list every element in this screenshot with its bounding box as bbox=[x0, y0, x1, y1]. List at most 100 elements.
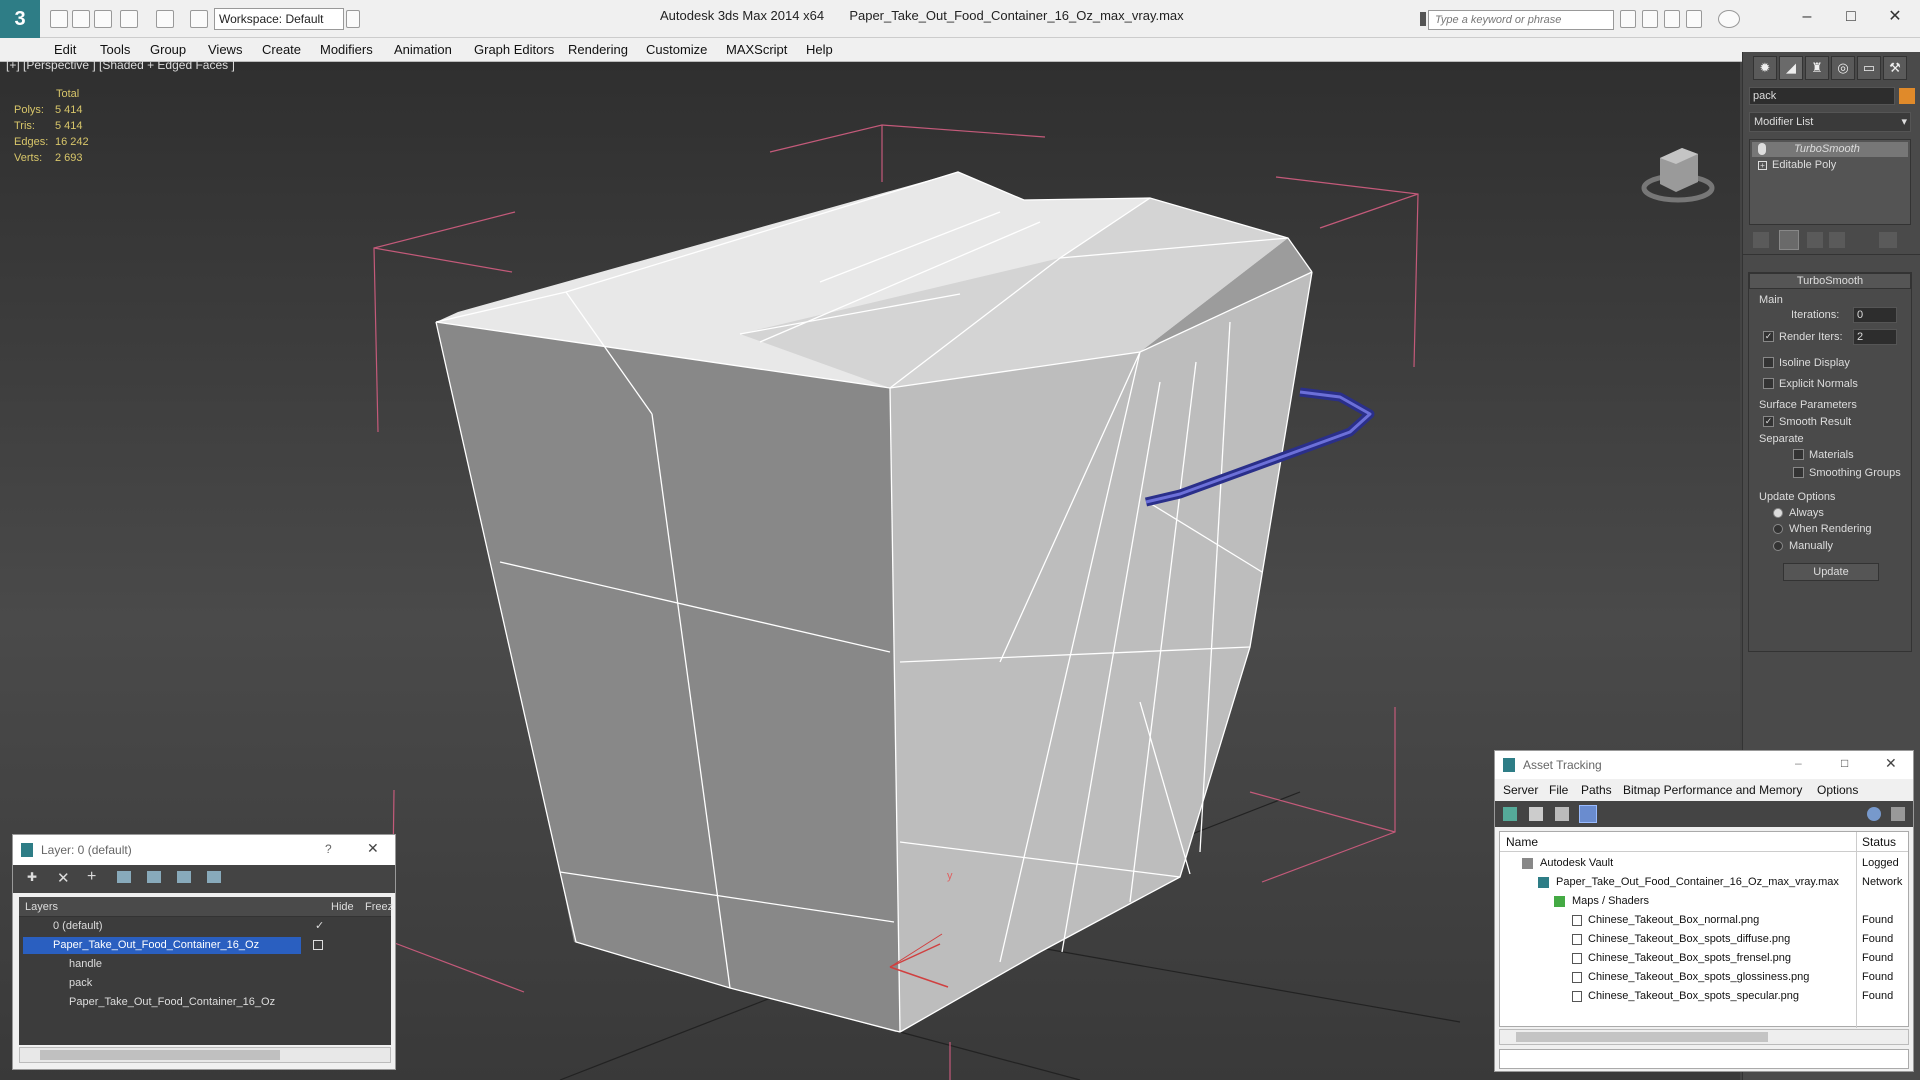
asset-row[interactable]: Chinese_Takeout_Box_spots_specular.png F… bbox=[1500, 987, 1908, 1006]
menu-tools[interactable]: Tools bbox=[100, 42, 130, 57]
refresh-icon[interactable] bbox=[1503, 807, 1517, 821]
list-view-icon[interactable] bbox=[1529, 807, 1543, 821]
status-column-header[interactable]: Status bbox=[1862, 832, 1896, 852]
layer-row[interactable]: handle bbox=[19, 955, 391, 974]
create-tab-icon[interactable]: ✹ bbox=[1753, 56, 1777, 80]
asset-row[interactable]: Autodesk Vault Logged bbox=[1500, 854, 1908, 873]
always-radio[interactable] bbox=[1773, 508, 1783, 518]
asset-row[interactable]: Chinese_Takeout_Box_spots_frensel.png Fo… bbox=[1500, 949, 1908, 968]
asset-menu-bitmap-performance[interactable]: Bitmap Performance and Memory bbox=[1623, 779, 1802, 801]
asset-path-field[interactable] bbox=[1499, 1049, 1909, 1069]
settings-icon[interactable] bbox=[1891, 807, 1905, 821]
stack-item-editable-poly[interactable]: Editable Poly bbox=[1752, 158, 1908, 173]
key-icon[interactable] bbox=[1642, 10, 1658, 28]
asset-menu-paths[interactable]: Paths bbox=[1581, 779, 1612, 801]
configure-sets-icon[interactable] bbox=[1879, 232, 1897, 248]
isoline-display-checkbox[interactable] bbox=[1763, 357, 1774, 368]
layer-row[interactable]: pack bbox=[19, 974, 391, 993]
asset-menu-file[interactable]: File bbox=[1549, 779, 1568, 801]
utilities-tab-icon[interactable]: ⚒ bbox=[1883, 56, 1907, 80]
asset-horizontal-scrollbar[interactable] bbox=[1499, 1029, 1909, 1045]
object-color-swatch[interactable] bbox=[1899, 88, 1915, 104]
hide-all-icon[interactable] bbox=[177, 871, 191, 883]
highlight-layer-icon[interactable] bbox=[147, 871, 161, 883]
motion-tab-icon[interactable]: ◎ bbox=[1831, 56, 1855, 80]
close-icon[interactable]: ✕ bbox=[1885, 755, 1897, 772]
close-icon[interactable]: ✕ bbox=[367, 840, 379, 857]
menu-create[interactable]: Create bbox=[262, 42, 301, 57]
name-column-header[interactable]: Name bbox=[1506, 832, 1538, 852]
menu-maxscript[interactable]: MAXScript bbox=[726, 42, 787, 57]
maximize-icon[interactable]: □ bbox=[1841, 756, 1848, 770]
horizontal-scrollbar[interactable] bbox=[19, 1047, 391, 1063]
layer-row[interactable]: Paper_Take_Out_Food_Container_16_Oz bbox=[19, 993, 391, 1012]
new-file-icon[interactable] bbox=[50, 10, 68, 28]
object-name-input[interactable]: pack bbox=[1749, 87, 1895, 105]
layers-column-header[interactable]: Layers bbox=[25, 897, 58, 917]
freeze-all-icon[interactable] bbox=[207, 871, 221, 883]
binoculars-icon[interactable] bbox=[1620, 10, 1636, 28]
save-file-icon[interactable] bbox=[94, 10, 112, 28]
expand-plus-icon[interactable]: + bbox=[1758, 161, 1767, 170]
project-folder-icon[interactable] bbox=[190, 10, 208, 28]
stack-item-turbosmooth[interactable]: TurboSmooth bbox=[1752, 142, 1908, 157]
menu-rendering[interactable]: Rendering bbox=[568, 42, 628, 57]
make-unique-icon[interactable] bbox=[1807, 232, 1823, 248]
when-rendering-radio[interactable] bbox=[1773, 524, 1783, 534]
layer-dialog-titlebar[interactable]: Layer: 0 (default) ? ✕ bbox=[13, 835, 395, 865]
freeze-column-header[interactable]: Freez bbox=[365, 897, 393, 917]
asset-row[interactable]: Maps / Shaders bbox=[1500, 892, 1908, 911]
quick-access-menu-icon[interactable] bbox=[346, 10, 360, 28]
menu-customize[interactable]: Customize bbox=[646, 42, 707, 57]
table-view-icon[interactable] bbox=[1579, 805, 1597, 823]
lightbulb-icon[interactable] bbox=[1758, 143, 1766, 155]
search-expand-icon[interactable] bbox=[1420, 12, 1426, 26]
help-icon[interactable] bbox=[1867, 807, 1881, 821]
menu-graph-editors[interactable]: Graph Editors bbox=[474, 42, 554, 57]
scrollbar-thumb[interactable] bbox=[40, 1050, 280, 1060]
select-objects-icon[interactable] bbox=[117, 871, 131, 883]
render-iters-checkbox[interactable]: ✓ bbox=[1763, 331, 1774, 342]
remove-modifier-icon[interactable] bbox=[1829, 232, 1845, 248]
search-input[interactable]: Type a keyword or phrase bbox=[1428, 10, 1614, 30]
menu-group[interactable]: Group bbox=[150, 42, 186, 57]
add-to-layer-icon[interactable]: + bbox=[87, 868, 96, 886]
update-button[interactable]: Update bbox=[1783, 563, 1879, 581]
asset-row[interactable]: Chinese_Takeout_Box_normal.png Found bbox=[1500, 911, 1908, 930]
viewport-label[interactable]: [+] [Perspective ] [Shaded + Edged Faces… bbox=[6, 58, 235, 72]
connect-icon[interactable] bbox=[1664, 10, 1680, 28]
manually-radio[interactable] bbox=[1773, 541, 1783, 551]
redo-icon[interactable] bbox=[156, 10, 174, 28]
detail-view-icon[interactable] bbox=[1555, 807, 1569, 821]
open-file-icon[interactable] bbox=[72, 10, 90, 28]
menu-modifiers[interactable]: Modifiers bbox=[320, 42, 373, 57]
menu-views[interactable]: Views bbox=[208, 42, 242, 57]
hierarchy-tab-icon[interactable]: ♜ bbox=[1805, 56, 1829, 80]
asset-row[interactable]: Chinese_Takeout_Box_spots_glossiness.png… bbox=[1500, 968, 1908, 987]
help-icon[interactable]: ? bbox=[325, 842, 332, 856]
layer-row[interactable]: 0 (default) ✓ bbox=[19, 917, 391, 936]
pin-stack-icon[interactable] bbox=[1753, 232, 1769, 248]
minimize-icon[interactable]: – bbox=[1795, 756, 1802, 770]
delete-layer-icon[interactable]: ✕ bbox=[57, 869, 70, 887]
app-logo-icon[interactable]: 3 bbox=[0, 0, 40, 40]
hide-column-header[interactable]: Hide bbox=[331, 897, 354, 917]
star-icon[interactable] bbox=[1686, 10, 1702, 28]
smooth-result-checkbox[interactable]: ✓ bbox=[1763, 416, 1774, 427]
layer-row[interactable]: Paper_Take_Out_Food_Container_16_Oz bbox=[19, 936, 391, 955]
display-tab-icon[interactable]: ▭ bbox=[1857, 56, 1881, 80]
asset-tracking-titlebar[interactable]: Asset Tracking – □ ✕ bbox=[1495, 751, 1913, 779]
asset-row[interactable]: Paper_Take_Out_Food_Container_16_Oz_max_… bbox=[1500, 873, 1908, 892]
iterations-spinner[interactable]: 0 bbox=[1853, 307, 1897, 323]
asset-row[interactable]: Chinese_Takeout_Box_spots_diffuse.png Fo… bbox=[1500, 930, 1908, 949]
smoothing-groups-checkbox[interactable] bbox=[1793, 467, 1804, 478]
materials-checkbox[interactable] bbox=[1793, 449, 1804, 460]
help-icon[interactable] bbox=[1718, 10, 1740, 28]
close-icon[interactable]: ✕ bbox=[1880, 6, 1910, 28]
modify-tab-icon[interactable]: ◢ bbox=[1779, 56, 1803, 80]
rollout-title-turbosmooth[interactable]: TurboSmooth bbox=[1749, 273, 1911, 289]
workspace-dropdown[interactable]: Workspace: Default bbox=[214, 8, 344, 30]
undo-icon[interactable] bbox=[120, 10, 138, 28]
maximize-icon[interactable]: □ bbox=[1836, 6, 1866, 28]
menu-edit[interactable]: Edit bbox=[54, 42, 76, 57]
